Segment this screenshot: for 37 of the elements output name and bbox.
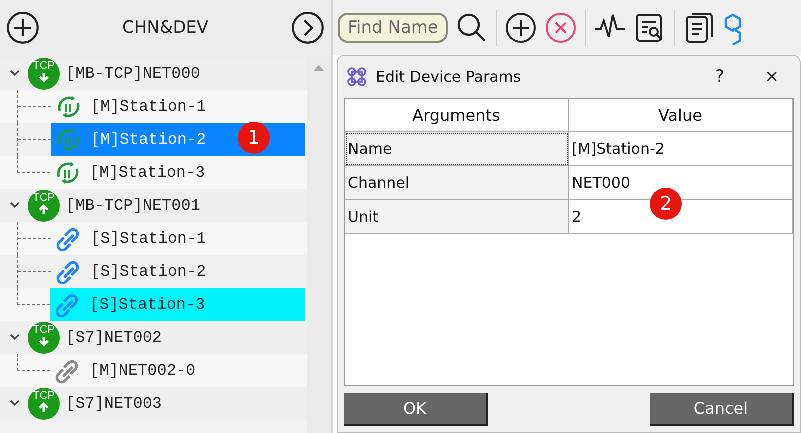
device-label: [M]NET002-0 bbox=[90, 362, 196, 380]
search-icon[interactable] bbox=[456, 12, 488, 44]
help-button[interactable]: ? bbox=[698, 60, 742, 94]
document-icon[interactable] bbox=[683, 12, 715, 44]
device-label: [M]Station-1 bbox=[91, 98, 206, 116]
argument-cell: Channel bbox=[345, 166, 569, 200]
value-cell[interactable]: [M]Station-2 bbox=[569, 132, 793, 166]
argument-cell: Name bbox=[345, 132, 569, 166]
device-label: [M]Station-3 bbox=[90, 164, 206, 182]
device-label: [S]Station-2 bbox=[91, 262, 206, 280]
device-label: [S]Station-3 bbox=[90, 296, 206, 314]
protocol-badge: TCP bbox=[28, 58, 60, 90]
panel-title: CHN&DEV bbox=[122, 18, 209, 38]
protocol-badge: TCP bbox=[28, 190, 60, 222]
column-header: Arguments bbox=[345, 99, 569, 132]
channel-label: [S7]NET002 bbox=[66, 328, 162, 346]
argument-cell: Unit bbox=[345, 200, 569, 234]
protocol-badge: TCP bbox=[28, 388, 60, 420]
channel-label: [MB-TCP]NET001 bbox=[66, 196, 200, 214]
cluster-icon bbox=[346, 66, 368, 88]
column-header: Value bbox=[569, 99, 793, 132]
cancel-button[interactable]: Cancel bbox=[650, 393, 794, 426]
device-label: [S]Station-1 bbox=[91, 230, 206, 248]
search-field[interactable]: Find Name bbox=[338, 12, 448, 42]
channel-label: [MB-TCP]NET000 bbox=[66, 64, 200, 82]
device-row[interactable]: [S]Station-2 bbox=[51, 255, 305, 288]
device-row[interactable]: [S]Station-3 bbox=[50, 288, 305, 321]
add-icon[interactable] bbox=[505, 12, 537, 44]
channel-label: [S7]NET003 bbox=[66, 394, 162, 412]
ok-button[interactable]: OK bbox=[344, 393, 488, 426]
protocol-badge: TCP bbox=[28, 322, 60, 354]
delete-icon[interactable] bbox=[545, 12, 577, 44]
add-icon[interactable] bbox=[6, 10, 40, 44]
dialog-title: Edit Device Params bbox=[376, 68, 522, 86]
device-label: [M]Station-2 bbox=[91, 130, 206, 148]
close-button[interactable]: × bbox=[750, 60, 794, 94]
arrow-right-circle-icon[interactable] bbox=[291, 10, 325, 44]
